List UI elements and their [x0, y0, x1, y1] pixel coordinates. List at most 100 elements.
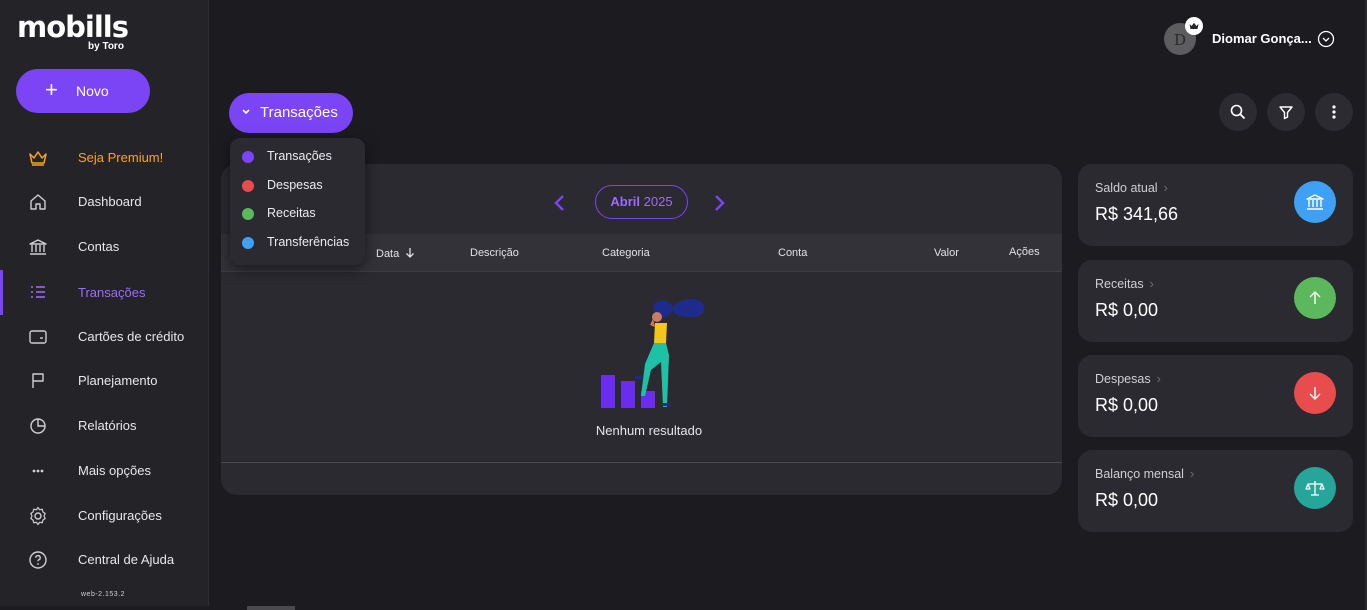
- more-vertical-icon: [1332, 105, 1336, 119]
- summary-amount: R$ 0,00: [1095, 300, 1159, 320]
- sidebar-item-label: Mais opções: [78, 463, 151, 478]
- month-selector[interactable]: Abril 2025: [595, 185, 688, 219]
- credit-card-icon: [29, 330, 47, 344]
- purple-dot-icon: [242, 151, 254, 163]
- logo-text: mobills: [17, 10, 129, 44]
- sidebar: mobills by Toro + Novo Seja Premium! Das…: [0, 0, 209, 606]
- summary-icon-badge: [1294, 277, 1336, 319]
- sidebar-item-premium[interactable]: Seja Premium!: [0, 138, 208, 178]
- sidebar-item-label: Transações: [78, 285, 146, 300]
- year-label: 2025: [643, 194, 673, 209]
- filter-button[interactable]: [1267, 93, 1305, 131]
- arrow-down-sort-icon: [406, 248, 415, 258]
- new-button[interactable]: + Novo: [16, 69, 150, 113]
- dropdown-item-label: Despesas: [267, 178, 323, 192]
- flag-icon: [32, 373, 44, 388]
- summary-card-receitas[interactable]: Receitas › R$ 0,00: [1078, 260, 1353, 342]
- sidebar-item-relatorios[interactable]: Relatórios: [0, 406, 208, 446]
- arrow-down-icon: [1309, 387, 1321, 400]
- sidebar-item-label: Central de Ajuda: [78, 552, 175, 567]
- dropdown-item-label: Transferências: [267, 235, 350, 249]
- divider: [221, 462, 1062, 463]
- column-header-categoria[interactable]: Categoria: [602, 247, 650, 259]
- home-icon: [30, 194, 46, 210]
- empty-state-illustration: [601, 299, 705, 408]
- chevron-left-icon[interactable]: [550, 193, 570, 213]
- red-dot-icon: [242, 180, 254, 192]
- sidebar-item-label: Dashboard: [78, 194, 142, 209]
- sidebar-item-label: Relatórios: [78, 418, 137, 433]
- sidebar-item-label: Configurações: [78, 508, 162, 523]
- more-options-button[interactable]: [1315, 93, 1353, 131]
- horizontal-scrollbar[interactable]: [247, 606, 295, 610]
- summary-card-despesas[interactable]: Despesas › R$ 0,00: [1078, 355, 1353, 437]
- column-header-conta[interactable]: Conta: [778, 247, 807, 259]
- user-name: Diomar Gonça...: [1212, 31, 1312, 46]
- summary-icon-badge: [1294, 467, 1336, 509]
- bank-icon: [1306, 194, 1324, 210]
- sidebar-item-dashboard[interactable]: Dashboard: [0, 182, 208, 222]
- column-header-valor[interactable]: Valor: [934, 247, 959, 259]
- summary-label: Receitas ›: [1095, 277, 1154, 291]
- sidebar-item-label: Planejamento: [78, 373, 158, 388]
- summary-card-balanco-mensal[interactable]: Balanço mensal › R$ 0,00: [1078, 450, 1353, 532]
- view-selector-label: Transações: [260, 104, 338, 121]
- column-header-label: Data: [376, 248, 400, 260]
- summary-label: Balanço mensal ›: [1095, 467, 1195, 481]
- view-dropdown-menu: Transações Despesas Receitas Transferênc…: [230, 138, 365, 265]
- summary-amount: R$ 0,00: [1095, 395, 1159, 415]
- summary-amount: R$ 341,66: [1095, 204, 1179, 224]
- dropdown-item-despesas[interactable]: Despesas: [230, 172, 365, 200]
- help-icon: [29, 551, 47, 569]
- blue-dot-icon: [242, 237, 254, 249]
- more-horizontal-icon: [32, 469, 44, 473]
- pie-chart-icon: [30, 418, 46, 434]
- column-header-acoes: Ações: [1009, 246, 1040, 258]
- chevron-down-circle-icon: [1317, 30, 1335, 48]
- arrow-up-icon: [1309, 291, 1321, 304]
- sidebar-item-label: Seja Premium!: [78, 150, 164, 165]
- summary-label: Saldo atual ›: [1095, 181, 1168, 195]
- scale-icon: [1305, 481, 1325, 496]
- version-label: web-2.153.2: [81, 591, 126, 598]
- dropdown-item-transferencias[interactable]: Transferências: [230, 229, 365, 257]
- sidebar-item-planejamento[interactable]: Planejamento: [0, 361, 208, 401]
- filter-icon: [1279, 106, 1293, 120]
- mobills-logo[interactable]: mobills by Toro: [17, 10, 129, 52]
- app-root: mobills by Toro + Novo Seja Premium! Das…: [0, 0, 1367, 610]
- search-icon: [1230, 104, 1246, 120]
- column-header-data[interactable]: Data: [376, 247, 415, 260]
- dropdown-item-label: Receitas: [267, 206, 316, 220]
- view-selector-button[interactable]: Transações: [229, 93, 353, 133]
- sidebar-item-label: Contas: [78, 239, 120, 254]
- summary-label: Despesas ›: [1095, 372, 1161, 386]
- sidebar-item-configuracoes[interactable]: Configurações: [0, 496, 208, 536]
- plus-icon: +: [45, 77, 58, 102]
- sidebar-item-central-de-ajuda[interactable]: Central de Ajuda: [0, 540, 208, 580]
- green-dot-icon: [242, 208, 254, 220]
- premium-crown-badge: [1185, 17, 1203, 35]
- summary-icon-badge: [1294, 372, 1336, 414]
- chevron-right-icon[interactable]: [709, 193, 729, 213]
- logo-subtext: by Toro: [88, 41, 124, 52]
- new-button-label: Novo: [76, 83, 109, 99]
- summary-amount: R$ 0,00: [1095, 490, 1159, 510]
- bank-icon: [29, 239, 47, 255]
- dropdown-item-label: Transações: [267, 149, 332, 163]
- summary-icon-badge: [1294, 181, 1336, 223]
- dropdown-item-transacoes[interactable]: Transações: [230, 143, 365, 171]
- crown-icon: [29, 151, 47, 166]
- summary-card-saldo-atual[interactable]: Saldo atual › R$ 341,66: [1078, 164, 1353, 246]
- sidebar-item-transacoes[interactable]: Transações: [0, 270, 208, 315]
- gear-icon: [30, 506, 46, 526]
- sidebar-item-mais-opcoes[interactable]: Mais opções: [0, 451, 208, 491]
- sidebar-item-cartoes[interactable]: Cartões de crédito: [0, 317, 208, 357]
- chevron-down-icon: [242, 109, 250, 115]
- month-label: Abril: [610, 194, 641, 209]
- dropdown-item-receitas[interactable]: Receitas: [230, 200, 365, 228]
- sidebar-item-contas[interactable]: Contas: [0, 227, 208, 267]
- list-icon: [31, 286, 45, 298]
- search-button[interactable]: [1219, 93, 1257, 131]
- empty-state-text: Nenhum resultado: [595, 423, 703, 438]
- column-header-descricao[interactable]: Descrição: [470, 247, 519, 259]
